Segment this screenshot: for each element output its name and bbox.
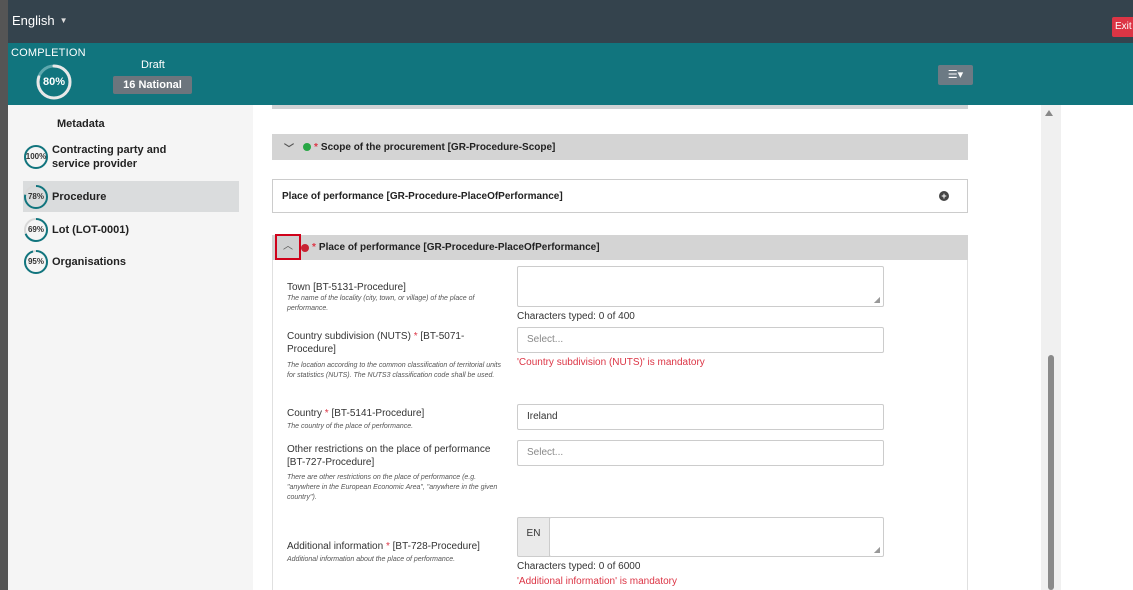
sidebar-item-metadata[interactable]: Metadata: [57, 118, 105, 130]
progress-ring: 95%: [23, 249, 49, 275]
country-label: Country * [BT-5141-Procedure]: [287, 408, 425, 419]
nuts-label: Country subdivision (NUTS) * [BT-5071-Pr…: [287, 331, 465, 355]
other-restrictions-label: Other restrictions on the place of perfo…: [287, 444, 491, 468]
progress-ring: 100%: [23, 144, 49, 170]
additional-info-textarea[interactable]: ◢: [549, 517, 884, 557]
scrollbar-thumb[interactable]: [1048, 355, 1054, 590]
form-fields: Town [BT-5131-Procedure] The name of the…: [253, 0, 988, 590]
sidebar-item-procedure[interactable]: 78% Procedure: [23, 181, 239, 212]
progress-percent: 78%: [27, 191, 44, 201]
country-value: Ireland: [527, 411, 558, 422]
sidebar: Metadata 100% Contracting party and servi…: [8, 105, 253, 590]
scroll-up-arrow-icon[interactable]: [1045, 110, 1053, 116]
status-text: Draft: [141, 59, 165, 71]
additional-info-label: Additional information * [BT-728-Procedu…: [287, 541, 480, 552]
town-help: The name of the locality (city, town, or…: [287, 295, 475, 312]
progress-percent: 100%: [25, 152, 47, 161]
language-label: English: [12, 13, 55, 28]
sidebar-item-organisations[interactable]: 95% Organisations: [23, 249, 239, 275]
nuts-placeholder: Select...: [527, 334, 564, 345]
additional-info-char-counter: Characters typed: 0 of 6000: [517, 561, 641, 572]
progress-ring: 78%: [23, 184, 49, 210]
nuts-help: The location according to the common cla…: [287, 362, 501, 379]
completion-label: COMPLETION: [11, 47, 86, 59]
other-restrictions-select[interactable]: Select...: [517, 440, 884, 466]
caret-down-icon: ▼: [59, 16, 68, 25]
sidebar-item-label: Lot (LOT-0001): [52, 224, 130, 236]
sidebar-item-label: Organisations: [52, 256, 126, 268]
other-restrictions-help: There are other restrictions on the plac…: [287, 474, 498, 501]
resize-handle-icon[interactable]: ◢: [874, 295, 880, 304]
other-restrictions-placeholder: Select...: [527, 447, 564, 458]
language-tag: EN: [517, 517, 550, 557]
progress-ring: 69%: [23, 217, 49, 243]
sidebar-item-contracting-party[interactable]: 100% Contracting party and service provid…: [23, 139, 239, 175]
exit-button[interactable]: Exit: [1112, 17, 1133, 37]
town-char-counter: Characters typed: 0 of 400: [517, 311, 635, 322]
additional-info-error: 'Additional information' is mandatory: [517, 576, 678, 587]
completion-ring: 80%: [35, 63, 73, 101]
nuts-select[interactable]: Select...: [517, 327, 884, 353]
progress-percent: 95%: [27, 257, 44, 266]
language-selector[interactable]: English ▼: [12, 13, 68, 28]
country-input[interactable]: Ireland: [517, 404, 884, 430]
app-window: English ▼ Exit COMPLETION 80% Draft 16 N…: [0, 0, 1133, 590]
nuts-error: 'Country subdivision (NUTS)' is mandator…: [517, 357, 705, 368]
vertical-scrollbar[interactable]: [1041, 105, 1061, 590]
notice-type-badge: 16 National: [113, 76, 192, 94]
town-textarea[interactable]: ◢: [517, 266, 884, 307]
resize-handle-icon[interactable]: ◢: [874, 545, 880, 554]
sidebar-item-label: Procedure: [52, 190, 107, 203]
progress-percent: 69%: [27, 225, 44, 234]
additional-info-help: Additional information about the place o…: [287, 556, 456, 563]
sidebar-item-lot[interactable]: 69% Lot (LOT-0001): [23, 217, 239, 243]
country-help: The country of the place of performance.: [287, 423, 414, 430]
town-label: Town [BT-5131-Procedure]: [287, 282, 406, 293]
completion-percent: 80%: [42, 76, 66, 88]
sidebar-item-label: Contracting party and service provider: [52, 144, 167, 170]
